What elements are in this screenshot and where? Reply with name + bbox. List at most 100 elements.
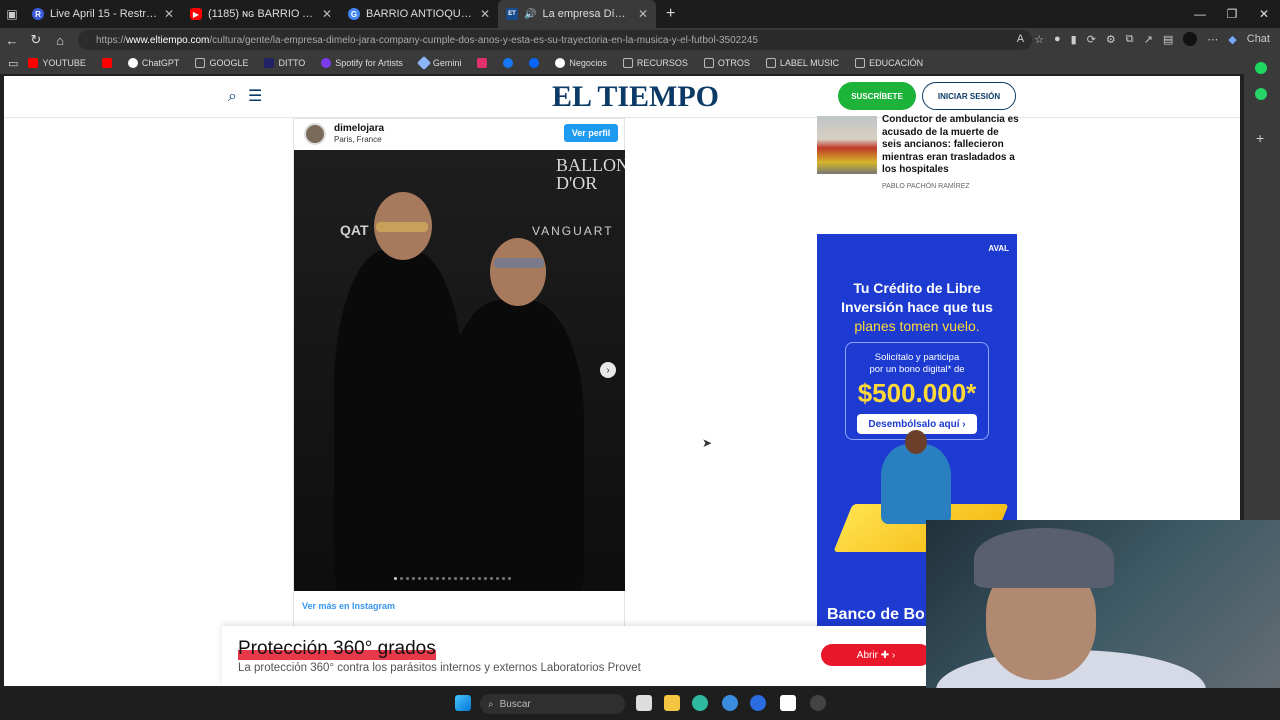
carousel-dot[interactable] (442, 577, 445, 580)
view-more-instagram-link[interactable]: Ver más en Instagram (302, 601, 395, 611)
carousel-dot[interactable] (394, 577, 397, 580)
bookmark-ditto[interactable]: DITTO (258, 58, 311, 68)
file-explorer-icon[interactable] (664, 695, 680, 711)
carousel-dot[interactable] (412, 577, 415, 580)
new-tab-button[interactable]: + (656, 5, 675, 23)
windows-start-icon[interactable] (455, 695, 471, 711)
edge-beta-icon[interactable] (722, 695, 738, 711)
carousel-dot[interactable] (472, 577, 475, 580)
carousel-dot[interactable] (448, 577, 451, 580)
avatar[interactable] (304, 123, 326, 145)
ad-text: planes tomen vuelo. (854, 318, 980, 334)
share-icon[interactable]: ↗ (1144, 33, 1153, 46)
reading-list-icon[interactable]: ▭ (8, 57, 18, 70)
bookmark-label-music[interactable]: LABEL MUSIC (760, 58, 845, 68)
favorite-star-icon[interactable]: ☆ (1034, 33, 1044, 46)
carousel-dot[interactable] (460, 577, 463, 580)
carousel-dot[interactable] (424, 577, 427, 580)
close-icon[interactable]: ✕ (480, 7, 490, 21)
whatsapp-icon[interactable] (1255, 88, 1267, 100)
extensions-icon[interactable]: ⚙ (1106, 33, 1116, 46)
carousel-dot[interactable] (406, 577, 409, 580)
bookmark-educacion[interactable]: EDUCACIÓN (849, 58, 929, 68)
minimize-button[interactable]: — (1184, 0, 1216, 28)
bookmark-instagram[interactable] (471, 58, 493, 68)
search-icon: ⌕ (488, 698, 494, 710)
collections-icon[interactable]: ▤ (1163, 33, 1173, 46)
view-profile-button[interactable]: Ver perfil (564, 124, 618, 142)
close-window-button[interactable]: ✕ (1248, 0, 1280, 28)
search-icon[interactable]: ⌕ (228, 88, 237, 106)
extension-icon[interactable]: ● (1054, 33, 1061, 45)
news-thumbnail[interactable] (817, 116, 877, 174)
subscribe-button[interactable]: SUSCRÍBETE (838, 82, 916, 110)
bookmark-facebook[interactable] (497, 58, 519, 68)
carousel-next-button[interactable]: › (600, 362, 616, 378)
bookmark-youtube[interactable]: YOUTUBE (22, 58, 92, 68)
carousel-dot[interactable] (496, 577, 499, 580)
taskbar-search[interactable]: ⌕ Buscar (480, 694, 625, 714)
copilot-icon[interactable]: ◆ (1228, 33, 1236, 46)
carousel-dot[interactable] (484, 577, 487, 580)
tab-eltiempo[interactable]: ET 🔊 La empresa Dímelo Jara Comp ✕ (498, 0, 656, 28)
bookmark-gemini[interactable]: Gemini (413, 55, 468, 71)
home-icon[interactable]: ⌂ (48, 33, 72, 48)
refresh-icon[interactable]: ↻ (24, 32, 48, 48)
carousel-dot[interactable] (508, 577, 511, 580)
close-icon[interactable]: ✕ (322, 7, 332, 21)
extension-icon[interactable]: ▮ (1071, 33, 1077, 46)
instagram-username[interactable]: dimelojara (334, 123, 384, 134)
chat-label[interactable]: Chat (1247, 33, 1270, 45)
carousel-dot[interactable] (466, 577, 469, 580)
tab-actions-icon[interactable]: ▣ (0, 7, 24, 21)
bookmark-otros[interactable]: OTROS (698, 58, 756, 68)
login-button[interactable]: INICIAR SESIÓN (922, 82, 1016, 110)
bookmark-negocios[interactable]: Negocios (549, 58, 613, 68)
app-icon[interactable] (780, 695, 796, 711)
bookmark-chatgpt[interactable]: ChatGPT (122, 58, 186, 68)
refresh-extension-icon[interactable]: ⟳ (1087, 33, 1096, 46)
carousel-dot[interactable] (400, 577, 403, 580)
carousel-dot[interactable] (436, 577, 439, 580)
screenshot-icon[interactable]: ⧉ (1126, 33, 1134, 46)
obs-icon[interactable] (810, 695, 826, 711)
close-icon[interactable]: ✕ (164, 7, 174, 21)
bookmark-meta[interactable] (523, 58, 545, 68)
bookmark-label: GOOGLE (209, 58, 249, 68)
more-options-icon[interactable]: ⋯ (1207, 33, 1218, 46)
close-icon[interactable]: ✕ (638, 7, 648, 21)
speaker-icon[interactable]: 🔊 (524, 9, 536, 20)
ad-open-button[interactable]: Abrir ✚ › (821, 644, 931, 666)
hamburger-menu-icon[interactable]: ☰ (248, 86, 262, 106)
instagram-location[interactable]: Paris, France (334, 135, 382, 144)
spotify-icon[interactable] (1255, 62, 1267, 74)
tab-youtube[interactable]: ▶ (1185) ɴɢ BARRIO ANTIOQUIA II | ✕ (182, 0, 340, 28)
bookmark-youtube-2[interactable] (96, 58, 118, 68)
url-field[interactable]: https://www.eltiempo.com/cultura/gente/l… (78, 30, 1032, 50)
bookmark-recursos[interactable]: RECURSOS (617, 58, 694, 68)
edge-icon[interactable] (692, 695, 708, 711)
maximize-button[interactable]: ❐ (1216, 0, 1248, 28)
read-aloud-icon[interactable]: A (1017, 33, 1024, 45)
carousel-dot[interactable] (490, 577, 493, 580)
carousel-dot[interactable] (454, 577, 457, 580)
related-news-title[interactable]: Conductor de ambulancia es acusado de la… (882, 114, 1020, 177)
tab-google-search[interactable]: G BARRIO ANTIOQUIA JARA - Busca ✕ (340, 0, 498, 28)
instagram-photo[interactable]: BALLON D'OR VANGUART QAT › (294, 150, 625, 591)
site-logo[interactable]: EL TIEMPO (552, 80, 719, 114)
browser-tab-bar: ▣ R Live April 15 - Restream ✕ ▶ (1185) … (0, 0, 1280, 28)
bookmark-label: Gemini (432, 58, 462, 68)
task-view-icon[interactable] (636, 695, 652, 711)
folder-icon (765, 58, 776, 68)
add-sidebar-app-icon[interactable]: + (1256, 130, 1264, 146)
profile-avatar[interactable] (1183, 32, 1198, 46)
bookmark-google[interactable]: GOOGLE (189, 58, 254, 68)
back-icon[interactable]: ← (0, 33, 24, 48)
bookmark-spotify-artists[interactable]: Spotify for Artists (315, 58, 409, 68)
carousel-dot[interactable] (430, 577, 433, 580)
tab-restream[interactable]: R Live April 15 - Restream ✕ (24, 0, 182, 28)
carousel-dot[interactable] (418, 577, 421, 580)
carousel-dot[interactable] (502, 577, 505, 580)
carousel-dot[interactable] (478, 577, 481, 580)
capcut-icon[interactable] (750, 695, 766, 711)
